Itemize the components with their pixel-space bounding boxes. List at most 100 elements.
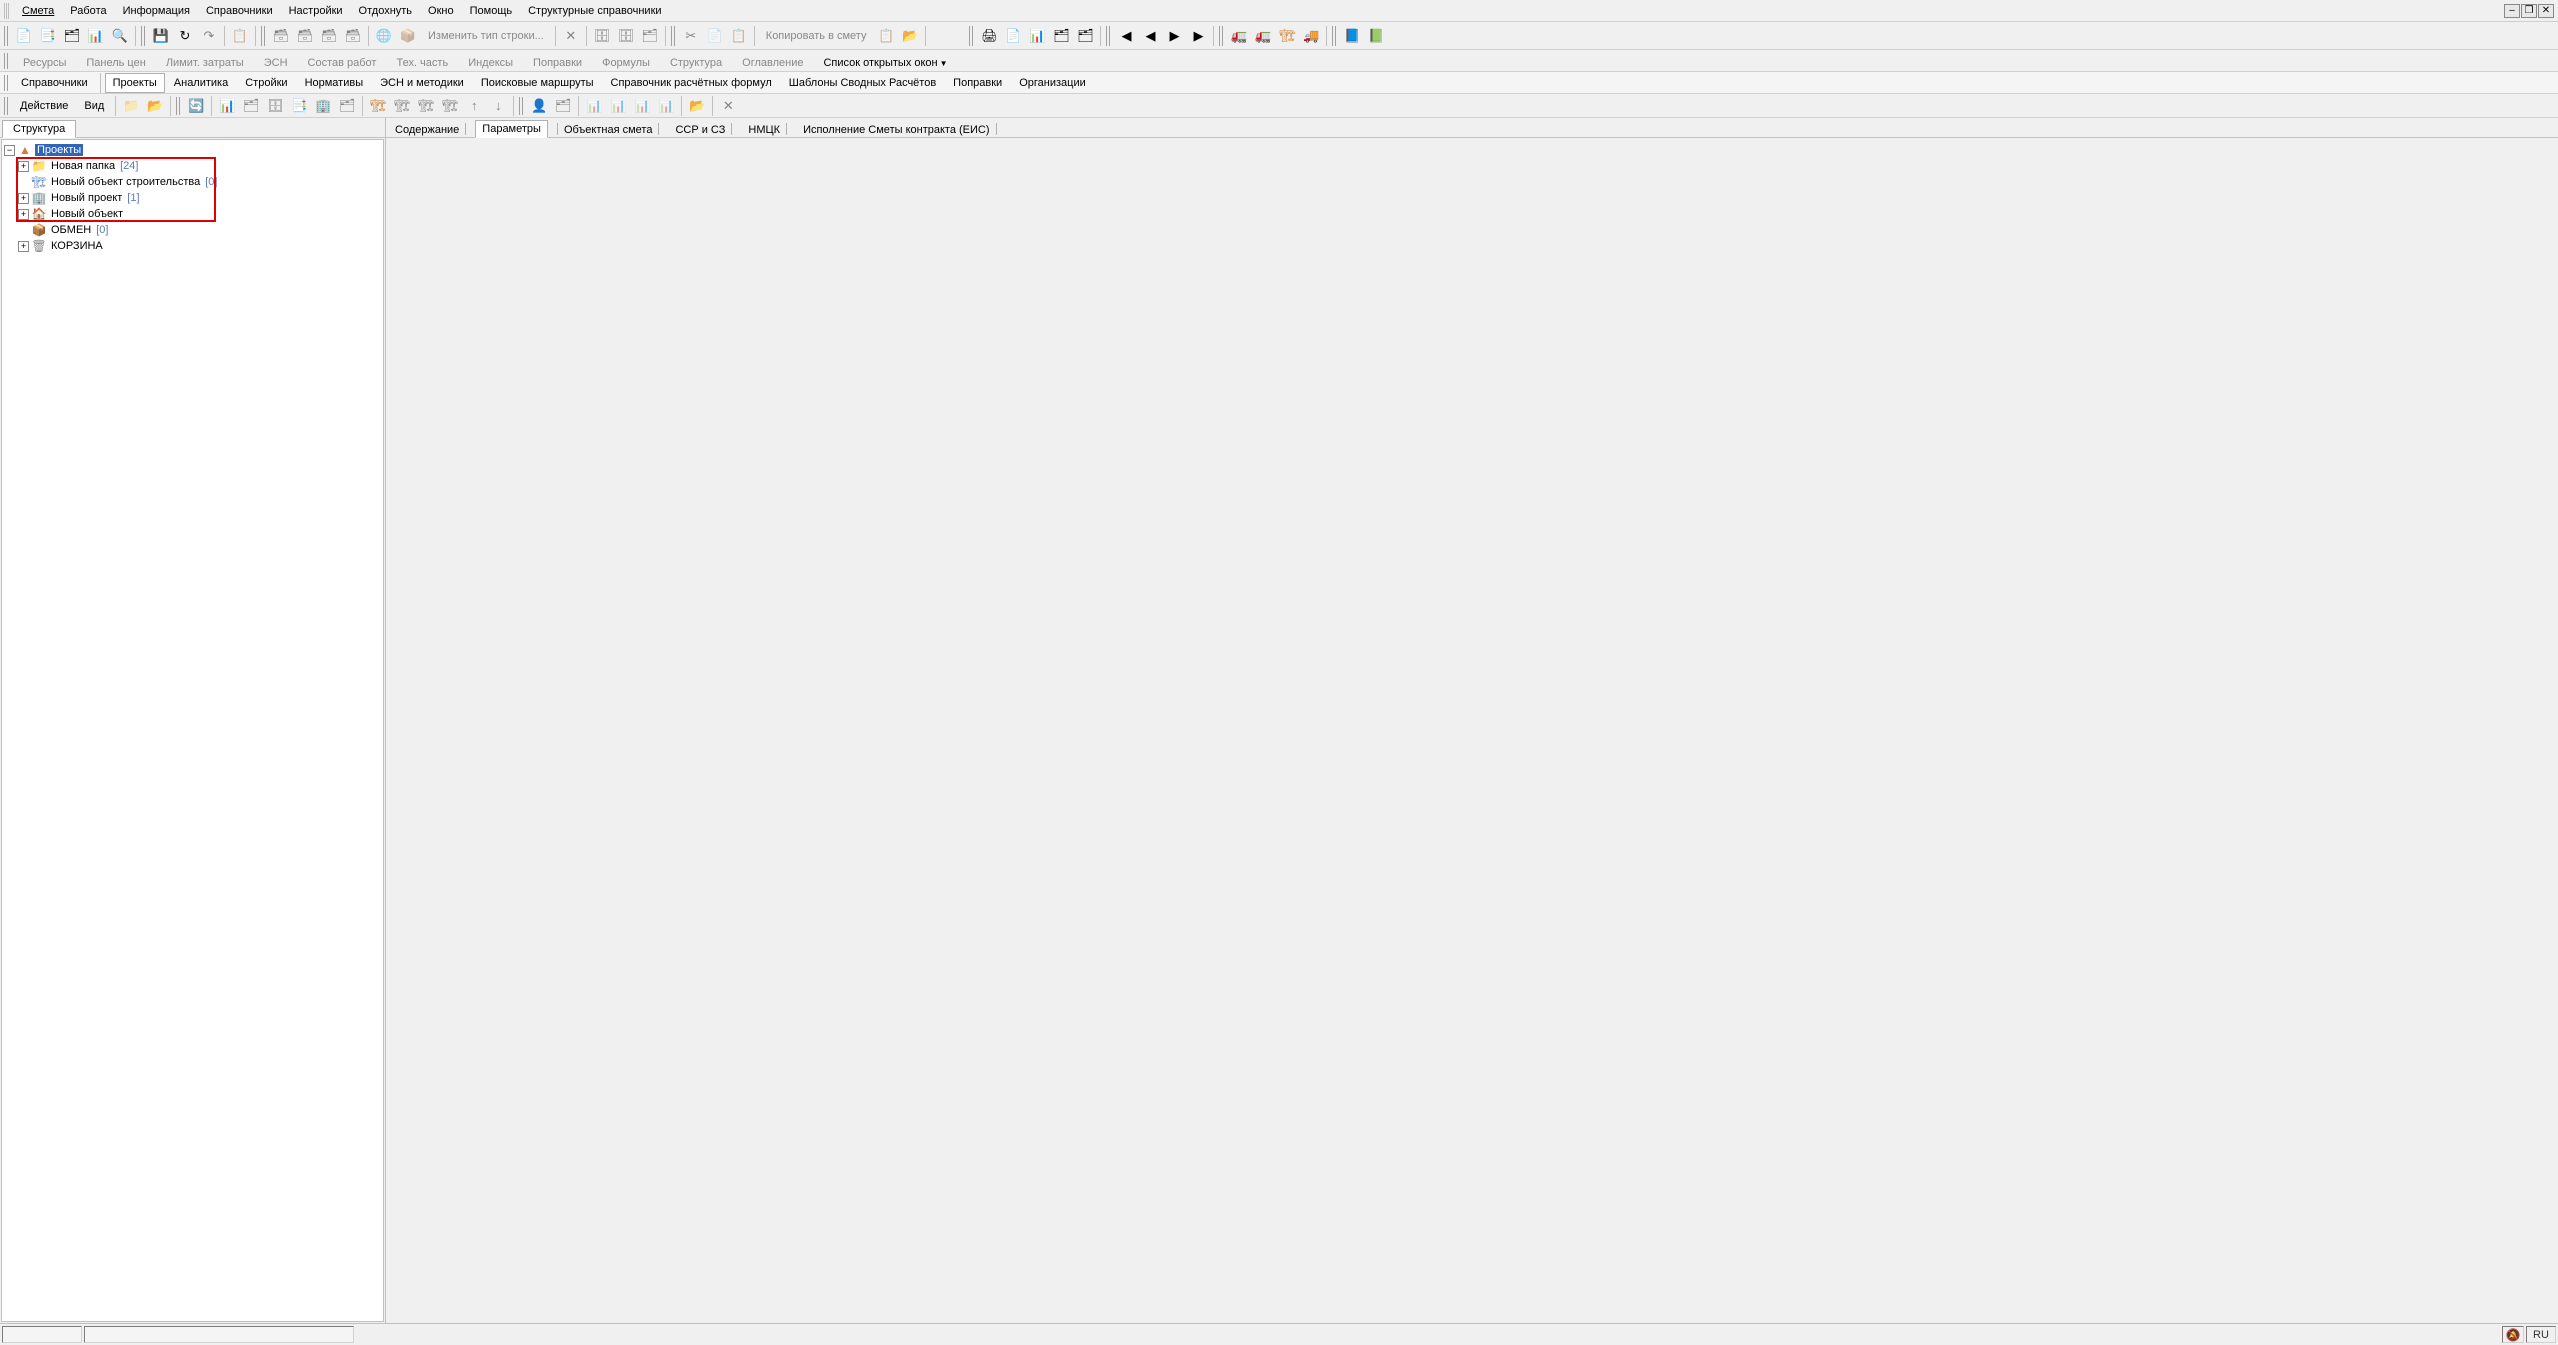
tab-formulas[interactable]: Формулы	[593, 53, 659, 72]
ab-folder1-icon[interactable]: 🗂	[240, 95, 262, 117]
subtab-norms[interactable]: Нормативы	[297, 73, 372, 93]
tb-cabinet1-icon[interactable]: 🗃	[270, 25, 292, 47]
tb-truck1-icon[interactable]: 🚛	[1228, 25, 1250, 47]
tb-folder2-icon[interactable]: 🗂	[1050, 25, 1072, 47]
tb-new-doc-icon[interactable]: 📄	[13, 25, 35, 47]
tab-toc[interactable]: Оглавление	[733, 53, 812, 72]
tb-change-row-type[interactable]: Изменить тип строки...	[420, 27, 552, 45]
ab-folder-open-icon[interactable]: 📂	[144, 95, 166, 117]
tb-save-icon[interactable]: 💾	[150, 25, 172, 47]
mt-grip[interactable]	[4, 75, 10, 91]
ab-up-icon[interactable]: ↑	[463, 95, 485, 117]
tree-root-projects[interactable]: − ▲ Проекты	[4, 142, 381, 158]
tb-cabinet3-icon[interactable]: 🗃	[318, 25, 340, 47]
close-button[interactable]: ✕	[2538, 4, 2554, 18]
tb-cut-icon[interactable]: ✂	[680, 25, 702, 47]
tb-grip-4[interactable]	[671, 26, 677, 46]
tb-globe-icon[interactable]: 🌐	[373, 25, 395, 47]
tree-item-new-project[interactable]: + 🏢 Новый проект [1]	[4, 190, 381, 206]
subtab-esn-methods[interactable]: ЭСН и методики	[372, 73, 472, 93]
tab-open-windows[interactable]: Список открытых окон▼	[814, 53, 956, 72]
tb-folder-icon[interactable]: 🗂	[61, 25, 83, 47]
tb-open-folder-icon[interactable]: 📂	[899, 25, 921, 47]
rtab-object-smeta[interactable]: Объектная смета	[550, 120, 667, 138]
tb-print-icon[interactable]: 🖨	[978, 25, 1000, 47]
tb-grip-6[interactable]	[1106, 26, 1112, 46]
menu-smeta[interactable]: Смета	[14, 2, 62, 20]
tab-resources[interactable]: Ресурсы	[14, 53, 75, 72]
action-button[interactable]: Действие	[12, 97, 76, 115]
view-button[interactable]: Вид	[76, 97, 112, 115]
ab-folder3-icon[interactable]: 🗂	[552, 95, 574, 117]
tree-item-new-object[interactable]: + 🏠 Новый объект	[4, 206, 381, 222]
subtab-builds[interactable]: Стройки	[237, 73, 295, 93]
tab-structure[interactable]: Структура	[661, 53, 731, 72]
tb-book1-icon[interactable]: 📘	[1341, 25, 1363, 47]
tb-cabinet4-icon[interactable]: 🗃	[342, 25, 364, 47]
expander-icon[interactable]: +	[18, 209, 29, 220]
tree-item-exchange[interactable]: 📦 ОБМЕН [0]	[4, 222, 381, 238]
tb-nav-prev-icon[interactable]: ◀	[1139, 25, 1161, 47]
ab-folder-up-icon[interactable]: 📁	[120, 95, 142, 117]
tb-folder3-icon[interactable]: 🗂	[1074, 25, 1096, 47]
ab-down-icon[interactable]: ↓	[487, 95, 509, 117]
rtab-eis[interactable]: Исполнение Сметы контракта (ЕИС)	[796, 120, 1003, 138]
tab-tech[interactable]: Тех. часть	[387, 53, 457, 72]
ab-graph4-icon[interactable]: 📊	[655, 95, 677, 117]
tb-crane-icon[interactable]: 🏗	[1276, 25, 1298, 47]
tb-docs-icon[interactable]: 📑	[37, 25, 59, 47]
subtab-formula-ref[interactable]: Справочник расчётных формул	[603, 73, 780, 93]
ab-grip-2[interactable]	[176, 97, 182, 115]
tb-copy-icon[interactable]: 📄	[704, 25, 726, 47]
tb-search-icon[interactable]: 🔍	[109, 25, 131, 47]
panel-tab-structure[interactable]: Структура	[2, 120, 76, 138]
expander-icon[interactable]: +	[18, 241, 29, 252]
menubar-grip[interactable]	[4, 3, 10, 19]
ab-graph2-icon[interactable]: 📊	[607, 95, 629, 117]
menu-relax[interactable]: Отдохнуть	[351, 2, 421, 20]
ab-building-icon[interactable]: 🏢	[312, 95, 334, 117]
tb-grip-3[interactable]	[261, 26, 267, 46]
ab-struct4-icon[interactable]: 🏗	[439, 95, 461, 117]
tb-nav-first-icon[interactable]: ◀	[1115, 25, 1137, 47]
expander-icon[interactable]: +	[18, 193, 29, 204]
subtab-projects[interactable]: Проекты	[105, 73, 165, 93]
tb-delete-icon[interactable]: ✕	[560, 25, 582, 47]
tab-composition[interactable]: Состав работ	[299, 53, 386, 72]
subtab-corrections2[interactable]: Поправки	[945, 73, 1010, 93]
tab-price-panel[interactable]: Панель цен	[77, 53, 154, 72]
rtab-nmck[interactable]: НМЦК	[741, 120, 794, 138]
ab-struct3-icon[interactable]: 🏗	[415, 95, 437, 117]
menu-struct-sprav[interactable]: Структурные справочники	[520, 2, 669, 20]
tab-esn[interactable]: ЭСН	[255, 53, 297, 72]
tb-clipboard-icon[interactable]: 📋	[229, 25, 251, 47]
tb-undo-icon[interactable]: ↻	[174, 25, 196, 47]
tree-item-new-folder[interactable]: + 📁 Новая папка [24]	[4, 158, 381, 174]
status-mute-icon[interactable]: 🔕	[2502, 1326, 2524, 1343]
menu-help[interactable]: Помощь	[462, 2, 521, 20]
menu-settings[interactable]: Настройки	[281, 2, 351, 20]
tree-item-new-build-object[interactable]: 🏗 Новый объект строительства [0]	[4, 174, 381, 190]
subtab-templates[interactable]: Шаблоны Сводных Расчётов	[781, 73, 944, 93]
tb-chart-icon[interactable]: 📊	[85, 25, 107, 47]
ab-openf-icon[interactable]: 📂	[686, 95, 708, 117]
ab-chart1-icon[interactable]: 📊	[216, 95, 238, 117]
tb-copy-to-smeta[interactable]: Копировать в смету	[758, 27, 875, 45]
subtab-orgs[interactable]: Организации	[1011, 73, 1094, 93]
tb-redo-icon[interactable]: ↷	[198, 25, 220, 47]
rtab-ssr[interactable]: ССР и СЗ	[668, 120, 739, 138]
menu-rabota[interactable]: Работа	[62, 2, 114, 20]
ab-grip-1[interactable]	[4, 97, 10, 115]
tb-book2-icon[interactable]: 📗	[1365, 25, 1387, 47]
status-language[interactable]: RU	[2526, 1326, 2556, 1343]
tb-nav-next-icon[interactable]: ▶	[1163, 25, 1185, 47]
subtab-analytics[interactable]: Аналитика	[166, 73, 236, 93]
tb-storage3-icon[interactable]: 🗂	[639, 25, 661, 47]
tb-grip-5[interactable]	[969, 26, 975, 46]
tb-cabinet2-icon[interactable]: 🗃	[294, 25, 316, 47]
subtab-sprav[interactable]: Справочники	[13, 73, 96, 93]
ab-user-icon[interactable]: 👤	[528, 95, 550, 117]
ab-refresh-icon[interactable]: 🔄	[185, 95, 207, 117]
ab-struct2-icon[interactable]: 🏗	[391, 95, 413, 117]
maximize-button[interactable]: ❐	[2521, 4, 2537, 18]
